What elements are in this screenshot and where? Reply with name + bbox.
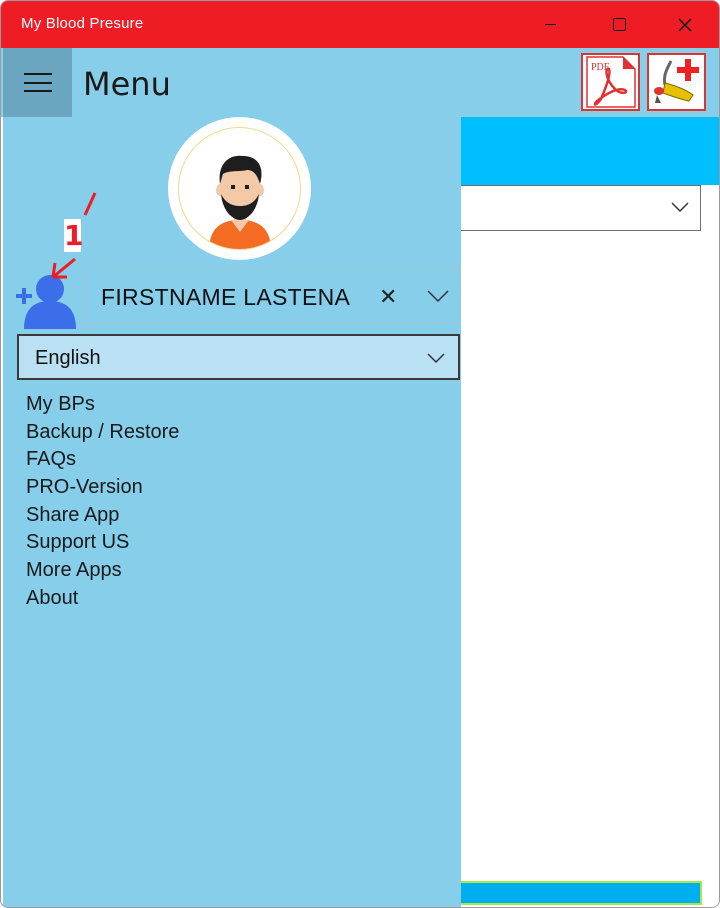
man-avatar-icon [209, 155, 271, 249]
avatar-frame [178, 127, 301, 250]
main-content [461, 117, 719, 907]
pdf-icon: PDF [586, 56, 636, 108]
window-title: My Blood Presure [21, 15, 144, 32]
menu-item-more-apps[interactable]: More Apps [26, 557, 179, 585]
language-selected-value: English [35, 347, 101, 369]
blood-pressure-button[interactable] [647, 53, 706, 111]
minimize-icon [544, 23, 556, 26]
chevron-down-icon [427, 353, 445, 364]
content-header-band [461, 117, 719, 185]
maximize-button[interactable] [586, 1, 652, 48]
user-selector[interactable]: FIRSTNAME LASTENA ✕ [85, 269, 461, 324]
menu-item-support-us[interactable]: Support US [26, 529, 179, 557]
hamburger-button[interactable] [3, 48, 72, 117]
content-bottom-bar[interactable] [461, 881, 702, 905]
chevron-down-icon [671, 202, 689, 213]
minimize-button[interactable] [517, 1, 583, 48]
menu-item-my-bps[interactable]: My BPs [26, 391, 179, 419]
title-bar: My Blood Presure [1, 1, 719, 48]
blood-pressure-monitor-icon [654, 59, 699, 103]
clear-user-button[interactable]: ✕ [379, 284, 397, 310]
content-dropdown[interactable] [461, 185, 701, 231]
menu-item-pro-version[interactable]: PRO-Version [26, 474, 179, 502]
close-icon [678, 17, 692, 32]
navigation-menu: My BPs Backup / Restore FAQs PRO-Version… [26, 391, 179, 613]
pdf-export-button[interactable]: PDF [581, 53, 640, 111]
close-button[interactable] [652, 1, 718, 48]
user-avatar[interactable] [168, 117, 311, 260]
menu-item-faqs[interactable]: FAQs [26, 446, 179, 474]
menu-item-share-app[interactable]: Share App [26, 502, 179, 530]
menu-item-about[interactable]: About [26, 585, 179, 613]
hamburger-icon [23, 73, 52, 92]
chevron-down-icon[interactable] [426, 286, 450, 306]
user-name-value: FIRSTNAME LASTENA [101, 284, 351, 310]
language-select[interactable]: English [17, 334, 460, 380]
menu-title: Menu [83, 65, 171, 103]
app-window: My Blood Presure Menu PDF FIRSTNAME LAST… [0, 0, 720, 908]
maximize-icon [612, 18, 626, 31]
app-header: Menu PDF [1, 48, 719, 117]
menu-item-backup-restore[interactable]: Backup / Restore [26, 419, 179, 447]
annotation-number: 1 [64, 219, 84, 252]
